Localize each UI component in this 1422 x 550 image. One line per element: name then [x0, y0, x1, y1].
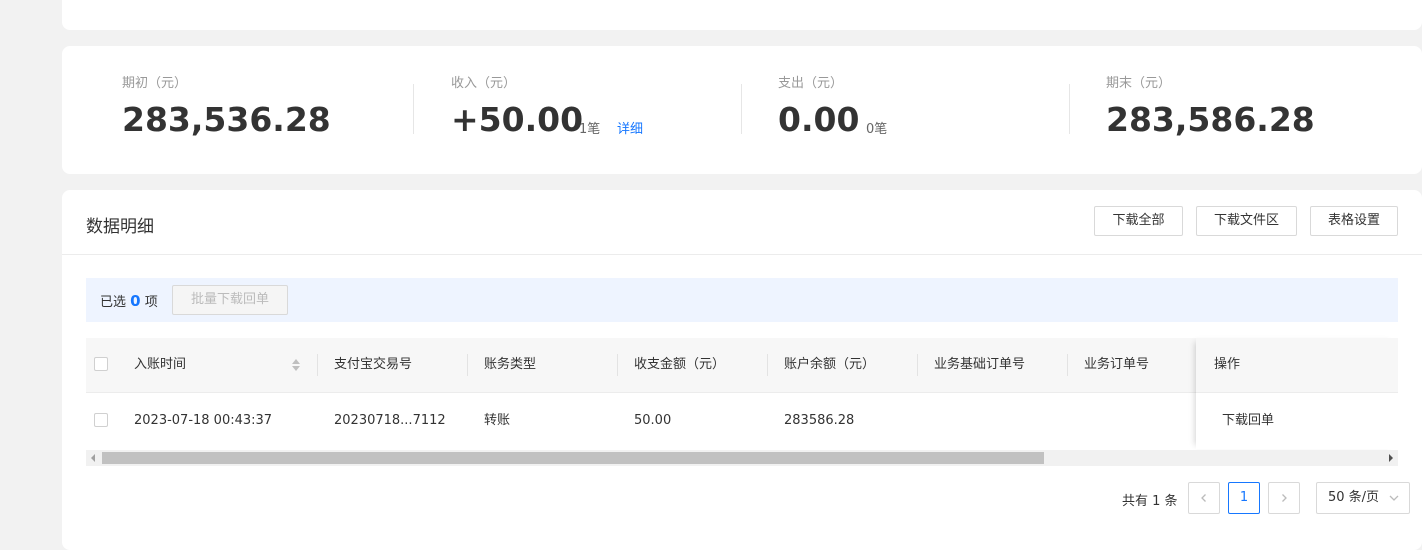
scrollbar-thumb[interactable]	[102, 452, 1044, 464]
income-label: 收入（元）	[451, 76, 517, 91]
next-page-button[interactable]	[1268, 482, 1300, 514]
download-all-button[interactable]: 下载全部	[1094, 206, 1183, 236]
opening-label: 期初（元）	[122, 76, 188, 91]
scroll-left-arrow-icon[interactable]	[90, 454, 96, 462]
cell-trade-no: 20230718...7112	[334, 413, 446, 428]
col-header-type: 账务类型	[484, 357, 537, 372]
opening-value: 283,536.28	[122, 100, 331, 139]
col-header-amount: 收支金额（元）	[634, 357, 726, 372]
col-header-action: 操作	[1214, 357, 1241, 372]
pagination: 共有 1 条 1 50 条/页	[1098, 482, 1410, 514]
download-area-button[interactable]: 下载文件区	[1196, 206, 1297, 236]
col-header-balance: 账户余额（元）	[784, 357, 876, 372]
download-receipt-link[interactable]: 下载回单	[1222, 393, 1274, 449]
prev-page-button[interactable]	[1188, 482, 1220, 514]
income-detail-link[interactable]: 详细	[617, 118, 643, 137]
selection-suffix: 项	[144, 295, 158, 310]
data-detail-card: 数据明细 下载全部 下载文件区 表格设置 已选 0 项 批量下载回单 入账时间 …	[62, 190, 1422, 550]
divider	[413, 84, 414, 134]
divider	[741, 84, 742, 134]
selection-prefix: 已选	[100, 295, 127, 310]
horizontal-scrollbar[interactable]	[86, 450, 1398, 466]
col-header-time[interactable]: 入账时间	[134, 338, 186, 392]
row-checkbox[interactable]	[94, 413, 108, 427]
notice-card	[62, 0, 1422, 30]
income-value: +50.00	[451, 100, 584, 139]
page-size-value: 50 条/页	[1328, 490, 1380, 505]
cell-amount: 50.00	[634, 413, 672, 428]
closing-value: 283,586.28	[1106, 100, 1315, 139]
table-row: 2023-07-18 00:43:37 20230718...7112 转账 5…	[86, 393, 1398, 449]
income-count: 1笔	[579, 122, 601, 137]
selection-count: 0	[130, 292, 141, 310]
total-count: 共有 1 条	[1122, 494, 1178, 509]
col-header-order: 业务订单号	[1084, 357, 1150, 372]
table-header: 入账时间 支付宝交易号 账务类型 收支金额（元） 账户余额（元） 业务基础订单号…	[86, 338, 1398, 393]
page-size-select[interactable]: 50 条/页	[1316, 482, 1410, 514]
column-separator	[467, 354, 468, 376]
sort-icon[interactable]	[291, 358, 301, 372]
header-divider	[62, 254, 1422, 255]
cell-type: 转账	[484, 413, 511, 428]
cell-time: 2023-07-18 00:43:37	[134, 413, 273, 428]
scroll-right-arrow-icon[interactable]	[1388, 454, 1394, 462]
col-header-base-order: 业务基础订单号	[934, 357, 1026, 372]
selection-status: 已选 0 项	[100, 291, 158, 310]
cell-balance: 283586.28	[784, 413, 855, 428]
chevron-right-icon	[1282, 494, 1287, 502]
chevron-down-icon	[1389, 495, 1399, 501]
expense-label: 支出（元）	[778, 76, 844, 91]
page-button-1[interactable]: 1	[1228, 482, 1260, 514]
column-separator	[767, 354, 768, 376]
batch-download-receipt-button[interactable]: 批量下载回单	[172, 285, 288, 315]
table-settings-button[interactable]: 表格设置	[1310, 206, 1398, 236]
closing-label: 期末（元）	[1106, 76, 1172, 91]
expense-count: 0笔	[866, 122, 888, 137]
summary-card: 期初（元） 283,536.28 收入（元） +50.00 1笔 详细 支出（元…	[62, 46, 1422, 174]
column-separator	[917, 354, 918, 376]
column-separator	[1067, 354, 1068, 376]
col-header-trade-no: 支付宝交易号	[334, 357, 413, 372]
column-separator	[317, 354, 318, 376]
expense-value: 0.00	[778, 100, 860, 139]
section-title: 数据明细	[86, 217, 154, 237]
select-all-checkbox[interactable]	[94, 357, 108, 371]
column-separator	[617, 354, 618, 376]
selection-bar: 已选 0 项 批量下载回单	[86, 278, 1398, 322]
divider	[1069, 84, 1070, 134]
chevron-left-icon	[1201, 494, 1206, 502]
